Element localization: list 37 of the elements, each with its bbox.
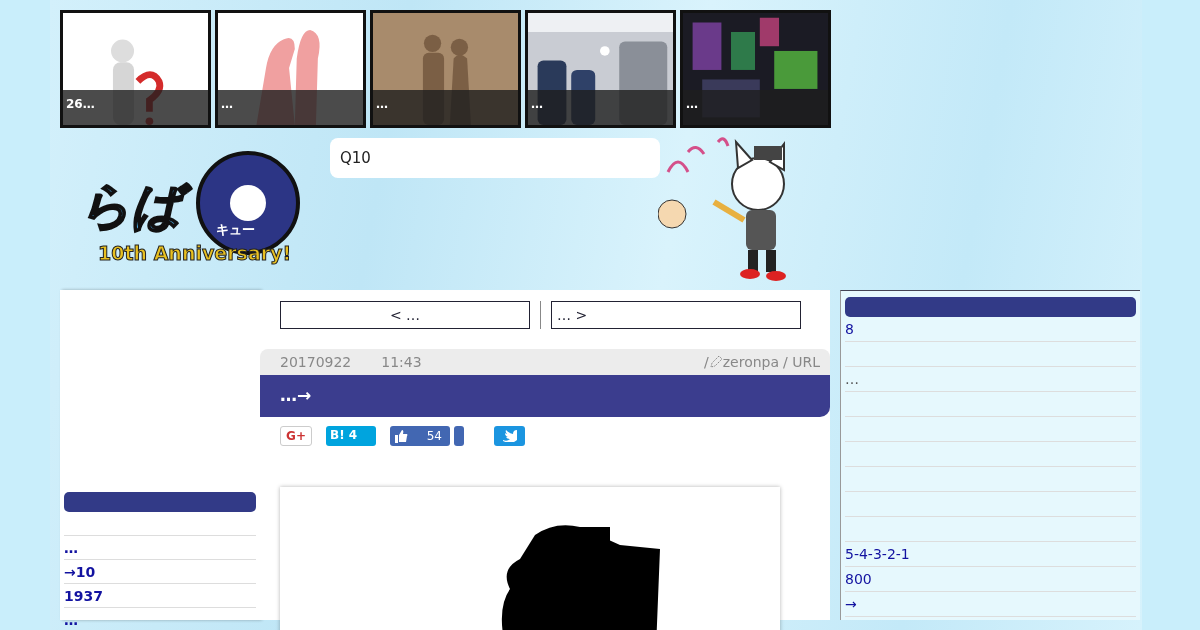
sidebar-link[interactable]: … <box>64 612 78 628</box>
google-plus-button[interactable]: G+ <box>280 426 312 446</box>
sidebar-link[interactable]: 1937 <box>64 588 103 604</box>
thumbnail-caption: … <box>531 97 543 111</box>
prev-post-button[interactable]: < … <box>280 301 530 329</box>
sidebar-link[interactable]: 5-4-3-2-1 <box>845 546 910 562</box>
bird-icon <box>502 430 517 442</box>
post-title: …→ <box>280 384 312 408</box>
next-post-button[interactable]: … > <box>551 301 801 329</box>
sidebar-text: … <box>845 371 859 387</box>
thumbnail-card[interactable]: … <box>370 10 521 128</box>
sidebar-link[interactable]: → <box>845 596 857 612</box>
thumbnail-caption: … <box>686 97 698 111</box>
like-count: 54 <box>426 428 442 445</box>
logo[interactable]: らば キュー 10th Anniversary! <box>78 148 308 268</box>
thumbnail-card[interactable]: … <box>525 10 676 128</box>
post-date: 20170922 <box>280 352 352 372</box>
hatena-label: B! <box>330 427 345 444</box>
like-button[interactable]: 54 <box>390 426 450 446</box>
thumbnail-caption: 26… <box>66 97 95 111</box>
bookmark-count: 4 <box>348 427 357 444</box>
sidebar-link[interactable]: 800 <box>845 571 872 587</box>
thumbnail-caption: … <box>221 97 233 111</box>
search-field[interactable]: Q10 <box>330 138 660 178</box>
separator-text: / <box>704 352 709 372</box>
thumbs-up-icon <box>394 429 408 443</box>
share-count-box <box>454 426 464 446</box>
thumbnail-card[interactable]: … <box>680 10 831 128</box>
thumbnail-card[interactable]: … <box>215 10 366 128</box>
post-time: 11:43 <box>381 352 422 372</box>
sidebar-link[interactable]: 8 <box>845 321 854 337</box>
pencil-icon <box>708 355 723 369</box>
thumbnail-caption: … <box>376 97 388 111</box>
sidebar-link[interactable]: →10 <box>64 564 96 580</box>
sidebar-link[interactable]: … <box>64 540 78 556</box>
tweet-button[interactable] <box>494 426 525 446</box>
thumbnail-card[interactable]: 26… <box>60 10 211 128</box>
